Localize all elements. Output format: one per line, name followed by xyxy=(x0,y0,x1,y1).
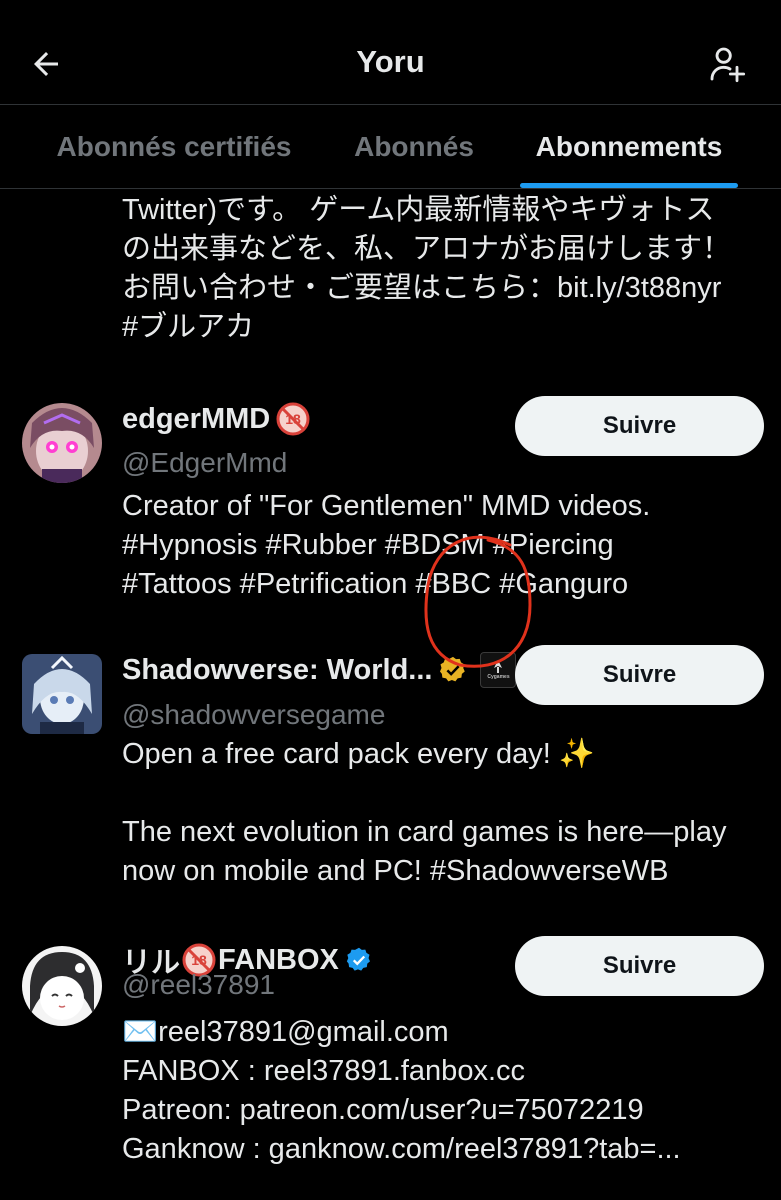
avatar[interactable] xyxy=(22,946,102,1026)
gold-verified-icon xyxy=(440,656,466,682)
bio-line: #Hypnosis #Rubber #BDSM #Piercing xyxy=(122,529,614,561)
18-restricted-icon: 18 xyxy=(276,402,310,436)
add-user-button[interactable] xyxy=(703,40,751,88)
display-name: Shadowverse: World... xyxy=(122,653,433,686)
avatar[interactable] xyxy=(22,654,102,734)
affiliate-label: Cygames xyxy=(487,674,510,680)
user-bio: Open a free card pack every day! ✨ The ne… xyxy=(122,735,772,891)
user-handle: @reel37891 xyxy=(122,969,275,1000)
user-bio: Creator of "For Gentlemen" MMD videos. #H… xyxy=(122,487,772,604)
bio-line: Ganknow : ganknow.com/reel37891?tab=... xyxy=(122,1133,681,1165)
tab-followers[interactable]: Abonnés xyxy=(350,105,478,188)
user-handle: @shadowversegame xyxy=(122,699,386,730)
tab-following[interactable]: Abonnements xyxy=(522,105,736,188)
list-item[interactable]: リル 18 FANBOX @reel37891 Suivre ✉️reel378… xyxy=(0,936,781,1200)
list-item[interactable]: edgerMMD 18 @EdgerMmd Suivre Creator of … xyxy=(0,396,781,629)
partial-bio: Twitter)です。 ゲーム内最新情報やキヴォトス の出来事などを、私、アロナが… xyxy=(122,191,772,347)
cygames-logo-icon xyxy=(494,660,503,673)
bio-line: FANBOX : reel37891.fanbox.cc xyxy=(122,1055,525,1087)
active-tab-indicator xyxy=(520,183,738,188)
bio-line: #Tattoos #Petrification #BBC #Ganguro xyxy=(122,568,629,600)
user-bio: ✉️reel37891@gmail.com FANBOX : reel37891.… xyxy=(122,1013,772,1169)
bio-line: ✉️reel37891@gmail.com xyxy=(122,1016,449,1048)
bio-line: #ブルアカ xyxy=(122,311,255,343)
affiliate-badge[interactable]: Cygames xyxy=(480,652,517,688)
bio-line: Twitter)です。 ゲーム内最新情報やキヴォトス xyxy=(122,194,715,226)
follow-button[interactable]: Suivre xyxy=(515,396,764,456)
bio-line xyxy=(122,774,772,813)
follow-button[interactable]: Suivre xyxy=(515,645,764,705)
add-user-icon xyxy=(710,47,746,83)
bio-line: The next evolution in card games is here… xyxy=(122,816,727,848)
follow-button[interactable]: Suivre xyxy=(515,936,764,996)
user-name[interactable]: edgerMMD 18 xyxy=(122,399,310,439)
bio-line: の出来事などを、私、アロナがお届けします！ xyxy=(122,233,732,265)
display-name: edgerMMD xyxy=(122,402,271,435)
bio-line: Creator of "For Gentlemen" MMD videos. xyxy=(122,490,651,522)
bio-line: Open a free card pack every day! ✨ xyxy=(122,738,595,770)
tab-bar: Abonnés certifiés Abonnés Abonnements xyxy=(0,105,781,189)
bio-line: now on mobile and PC! #ShadowverseWB xyxy=(122,855,669,887)
list-item[interactable]: Shadowverse: World... Cygames @shadowver… xyxy=(0,645,781,911)
user-name[interactable]: Shadowverse: World... Cygames xyxy=(122,650,517,690)
bio-line: お問い合わせ・ご要望はこちら：bit.ly/3t88nyr xyxy=(122,272,722,304)
avatar[interactable] xyxy=(22,403,102,483)
top-app-bar: Yoru xyxy=(0,0,781,105)
user-handle: @EdgerMmd xyxy=(122,447,288,478)
following-list[interactable]: Twitter)です。 ゲーム内最新情報やキヴォトス の出来事などを、私、アロナが… xyxy=(0,189,781,1200)
bio-line: Patreon: patreon.com/user?u=75072219 xyxy=(122,1094,644,1126)
tab-verified-followers[interactable]: Abonnés certifiés xyxy=(48,105,300,188)
verified-badge-icon xyxy=(346,947,370,971)
page-title: Yoru xyxy=(356,44,425,79)
